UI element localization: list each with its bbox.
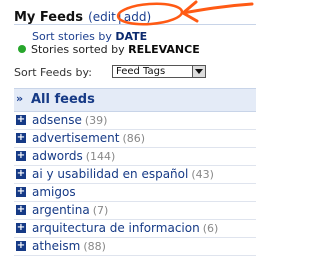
edit-link[interactable]: edit [93, 10, 116, 24]
expand-plus-icon[interactable]: + [16, 187, 26, 197]
all-feeds-label: All feeds [31, 92, 95, 107]
feed-sort-control: Sort Feeds by: Feed Tags [14, 65, 206, 79]
expand-plus-icon[interactable]: + [16, 151, 26, 161]
my-feeds-panel: My Feeds (edit | add) Sort stories by DATE… [0, 0, 256, 257]
feed-count: (88) [83, 240, 106, 253]
feed-row[interactable]: + amigos [14, 184, 256, 202]
sort-status: Stories sorted by RELEVANCE [18, 43, 200, 56]
feed-row[interactable]: + arquitectura de informacion (6) [14, 220, 256, 238]
sort-by-date-link[interactable]: Sort stories by DATE [32, 30, 147, 43]
add-link[interactable]: add [124, 10, 147, 24]
feed-sort-selected: Feed Tags [116, 66, 166, 77]
feed-name: atheism (88) [32, 239, 106, 253]
feed-name: arquitectura de informacion (6) [32, 221, 219, 235]
double-chevron-icon: » [16, 92, 24, 105]
feed-count: (39) [84, 114, 108, 127]
all-feeds-item[interactable]: » All feeds [14, 88, 256, 112]
feed-sort-label: Sort Feeds by: [14, 66, 92, 79]
expand-plus-icon[interactable]: + [16, 205, 26, 215]
header-divider [14, 24, 256, 25]
feed-name: amigos [32, 185, 76, 199]
feed-name: adwords (144) [32, 149, 116, 163]
feed-count: (86) [122, 132, 146, 145]
active-dot-icon [18, 45, 26, 53]
expand-plus-icon[interactable]: + [16, 133, 26, 143]
feed-count: (6) [202, 222, 219, 235]
panel-header: My Feeds (edit | add) [14, 10, 152, 25]
feed-sort-select[interactable]: Feed Tags [112, 65, 206, 78]
expand-plus-icon[interactable]: + [16, 115, 26, 125]
sort-date-value: DATE [115, 30, 148, 43]
feed-count: (7) [92, 204, 109, 217]
feed-name: adsense (39) [32, 113, 108, 127]
expand-plus-icon[interactable]: + [16, 241, 26, 251]
feed-row[interactable]: + advertisement (86) [14, 130, 256, 148]
chevron-down-icon[interactable] [192, 66, 205, 77]
feed-row[interactable]: + ai y usabilidad en español (43) [14, 166, 256, 184]
expand-plus-icon[interactable]: + [16, 169, 26, 179]
sort-relevance-value: RELEVANCE [128, 43, 200, 56]
feed-count: (43) [191, 168, 214, 181]
feed-name: ai y usabilidad en español (43) [32, 167, 214, 181]
feed-row[interactable]: + adsense (39) [14, 112, 256, 130]
feed-row[interactable]: + adwords (144) [14, 148, 256, 166]
feed-name: argentina (7) [32, 203, 109, 217]
feed-name: advertisement (86) [32, 131, 146, 145]
panel-title: My Feeds [14, 10, 83, 25]
expand-plus-icon[interactable]: + [16, 223, 26, 233]
feed-row[interactable]: + argentina (7) [14, 202, 256, 220]
feed-count: (144) [85, 150, 116, 163]
feed-row[interactable]: + atheism (88) [14, 238, 256, 256]
